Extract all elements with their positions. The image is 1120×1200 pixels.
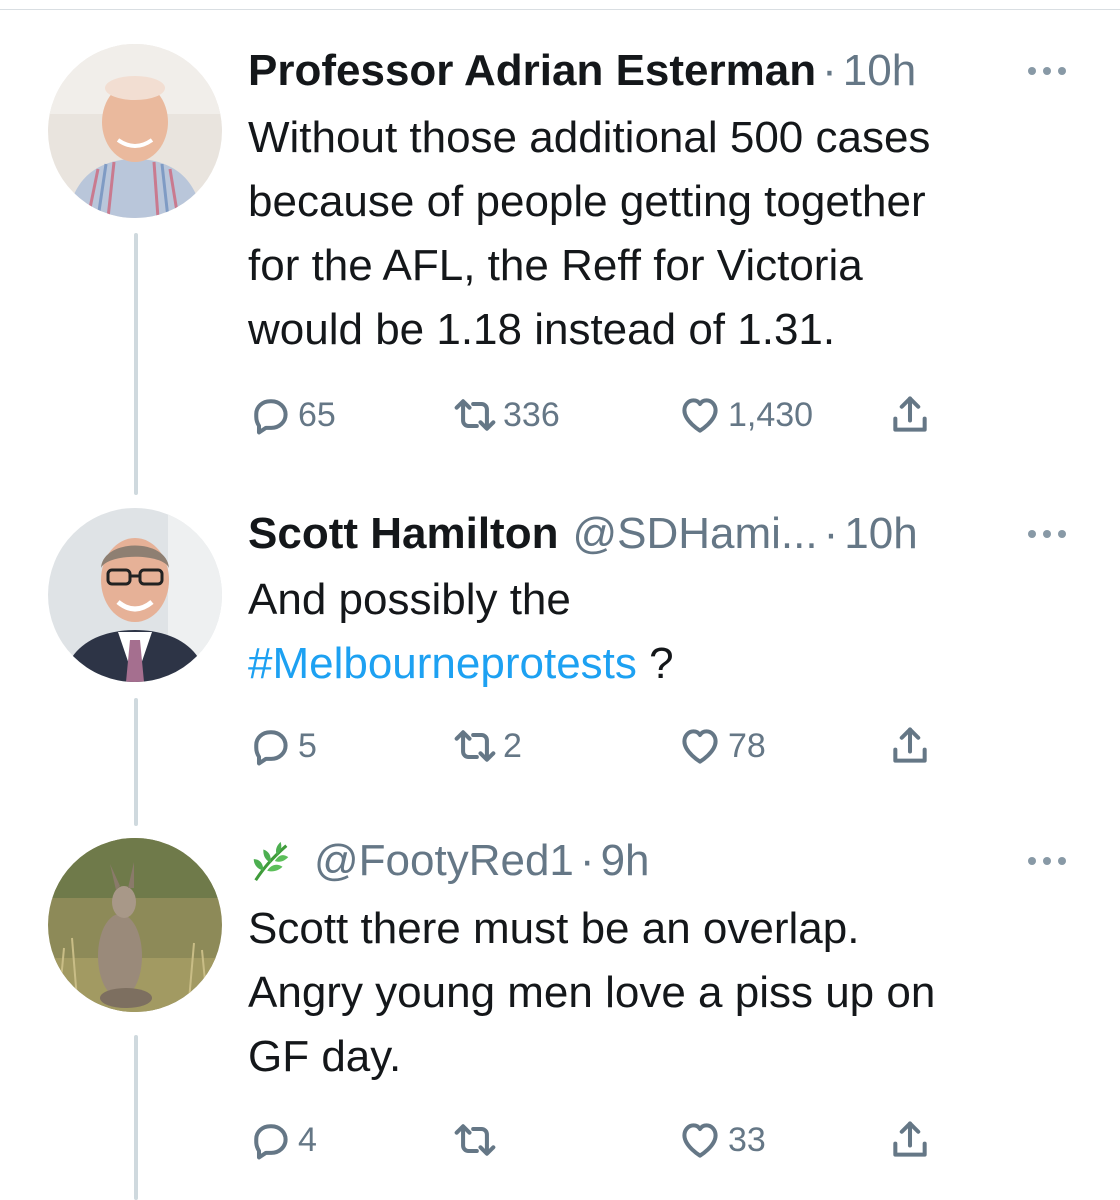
reply-icon <box>254 730 288 766</box>
thread-connector-line <box>134 1035 138 1200</box>
like-count: 1,430 <box>728 395 814 434</box>
reply-count: 5 <box>298 726 317 765</box>
tweet-text-line: because of people getting together <box>248 177 926 226</box>
tweet-text-line: Angry young men love a piss up on <box>248 968 936 1017</box>
share-icon <box>893 727 927 763</box>
reply-count: 4 <box>298 1120 317 1159</box>
heart-icon <box>682 729 718 764</box>
tweet-text-line: Scott there must be an overlap. <box>248 904 860 953</box>
hashtag-link[interactable]: #Melbourneprotests <box>248 639 637 688</box>
display-name[interactable]: Professor Adrian Esterman <box>248 46 816 96</box>
retweet-icon <box>454 1124 496 1156</box>
avatar-photo <box>48 838 222 1012</box>
tweet-text-line: Without those additional 500 cases <box>248 113 931 162</box>
avatar[interactable] <box>48 838 222 1012</box>
share-icon <box>893 396 927 432</box>
share-button[interactable] <box>888 385 932 445</box>
like-count: 33 <box>728 1120 766 1159</box>
top-divider <box>0 9 1120 10</box>
heart-icon <box>682 398 718 433</box>
tweet-text: Scott there must be an overlap. Angry yo… <box>248 897 1080 1089</box>
avatar-photo <box>48 44 222 218</box>
like-button[interactable]: 1,430 <box>678 385 813 445</box>
like-button[interactable]: 78 <box>678 716 766 776</box>
like-count: 78 <box>728 726 766 765</box>
thread-connector-line <box>134 698 138 826</box>
retweet-count: 336 <box>503 395 560 434</box>
timestamp[interactable]: 9h <box>601 836 650 886</box>
reply-button[interactable]: 5 <box>248 716 317 776</box>
reply-icon <box>254 1124 288 1160</box>
tweet-header: @FootyRed1 · 9h <box>248 833 1080 889</box>
tweet-text-fragment: ? <box>636 639 674 688</box>
user-handle[interactable]: @SDHami... <box>572 509 817 559</box>
avatar-photo <box>48 508 222 682</box>
tweet-text-line: would be 1.18 instead of 1.31. <box>248 305 836 354</box>
avatar[interactable] <box>48 508 222 682</box>
reply-button[interactable]: 4 <box>248 1110 317 1170</box>
reply-count: 65 <box>298 395 336 434</box>
thread-connector-line <box>134 233 138 495</box>
avatar[interactable] <box>48 44 222 218</box>
share-icon <box>893 1121 927 1157</box>
tweet-actions: 5 2 78 <box>248 716 968 776</box>
reply-icon <box>254 399 288 435</box>
tweet-header: Scott Hamilton @SDHami... · 10h <box>248 506 1080 562</box>
more-options-icon[interactable] <box>1028 857 1066 865</box>
retweet-count: 2 <box>503 726 522 765</box>
tweet-text-line: GF day. <box>248 1032 402 1081</box>
heart-icon <box>682 1123 718 1158</box>
retweet-icon <box>454 399 496 431</box>
herb-leaf-icon <box>253 841 289 882</box>
retweet-button[interactable]: 336 <box>453 385 560 445</box>
share-button[interactable] <box>888 1110 932 1170</box>
separator-dot: · <box>822 46 837 95</box>
user-handle[interactable]: @FootyRed1 <box>314 836 574 886</box>
tweet-text-line: And possibly the <box>248 575 571 624</box>
timestamp[interactable]: 10h <box>844 509 917 559</box>
tweet-actions: 65 336 1,430 <box>248 385 968 445</box>
retweet-button[interactable]: 2 <box>453 716 522 776</box>
separator-dot: · <box>823 509 839 558</box>
share-button[interactable] <box>888 716 932 776</box>
tweet-actions: 4 33 <box>248 1110 968 1170</box>
reply-button[interactable]: 65 <box>248 385 336 445</box>
tweet-text: Without those additional 500 cases becau… <box>248 106 1080 362</box>
more-options-icon[interactable] <box>1028 67 1066 75</box>
retweet-icon <box>454 730 496 762</box>
timestamp[interactable]: 10h <box>843 46 916 96</box>
tweet-text-line: #Melbourneprotests ? <box>248 632 1080 696</box>
tweet-header: Professor Adrian Esterman · 10h <box>248 43 1080 99</box>
separator-dot: · <box>579 836 595 885</box>
tweet-text: And possibly the #Melbourneprotests ? <box>248 568 1080 696</box>
display-name[interactable]: Scott Hamilton <box>248 509 558 559</box>
more-options-icon[interactable] <box>1028 530 1066 538</box>
retweet-button[interactable] <box>453 1110 503 1170</box>
tweet-text-line: for the AFL, the Reff for Victoria <box>248 241 863 290</box>
like-button[interactable]: 33 <box>678 1110 766 1170</box>
